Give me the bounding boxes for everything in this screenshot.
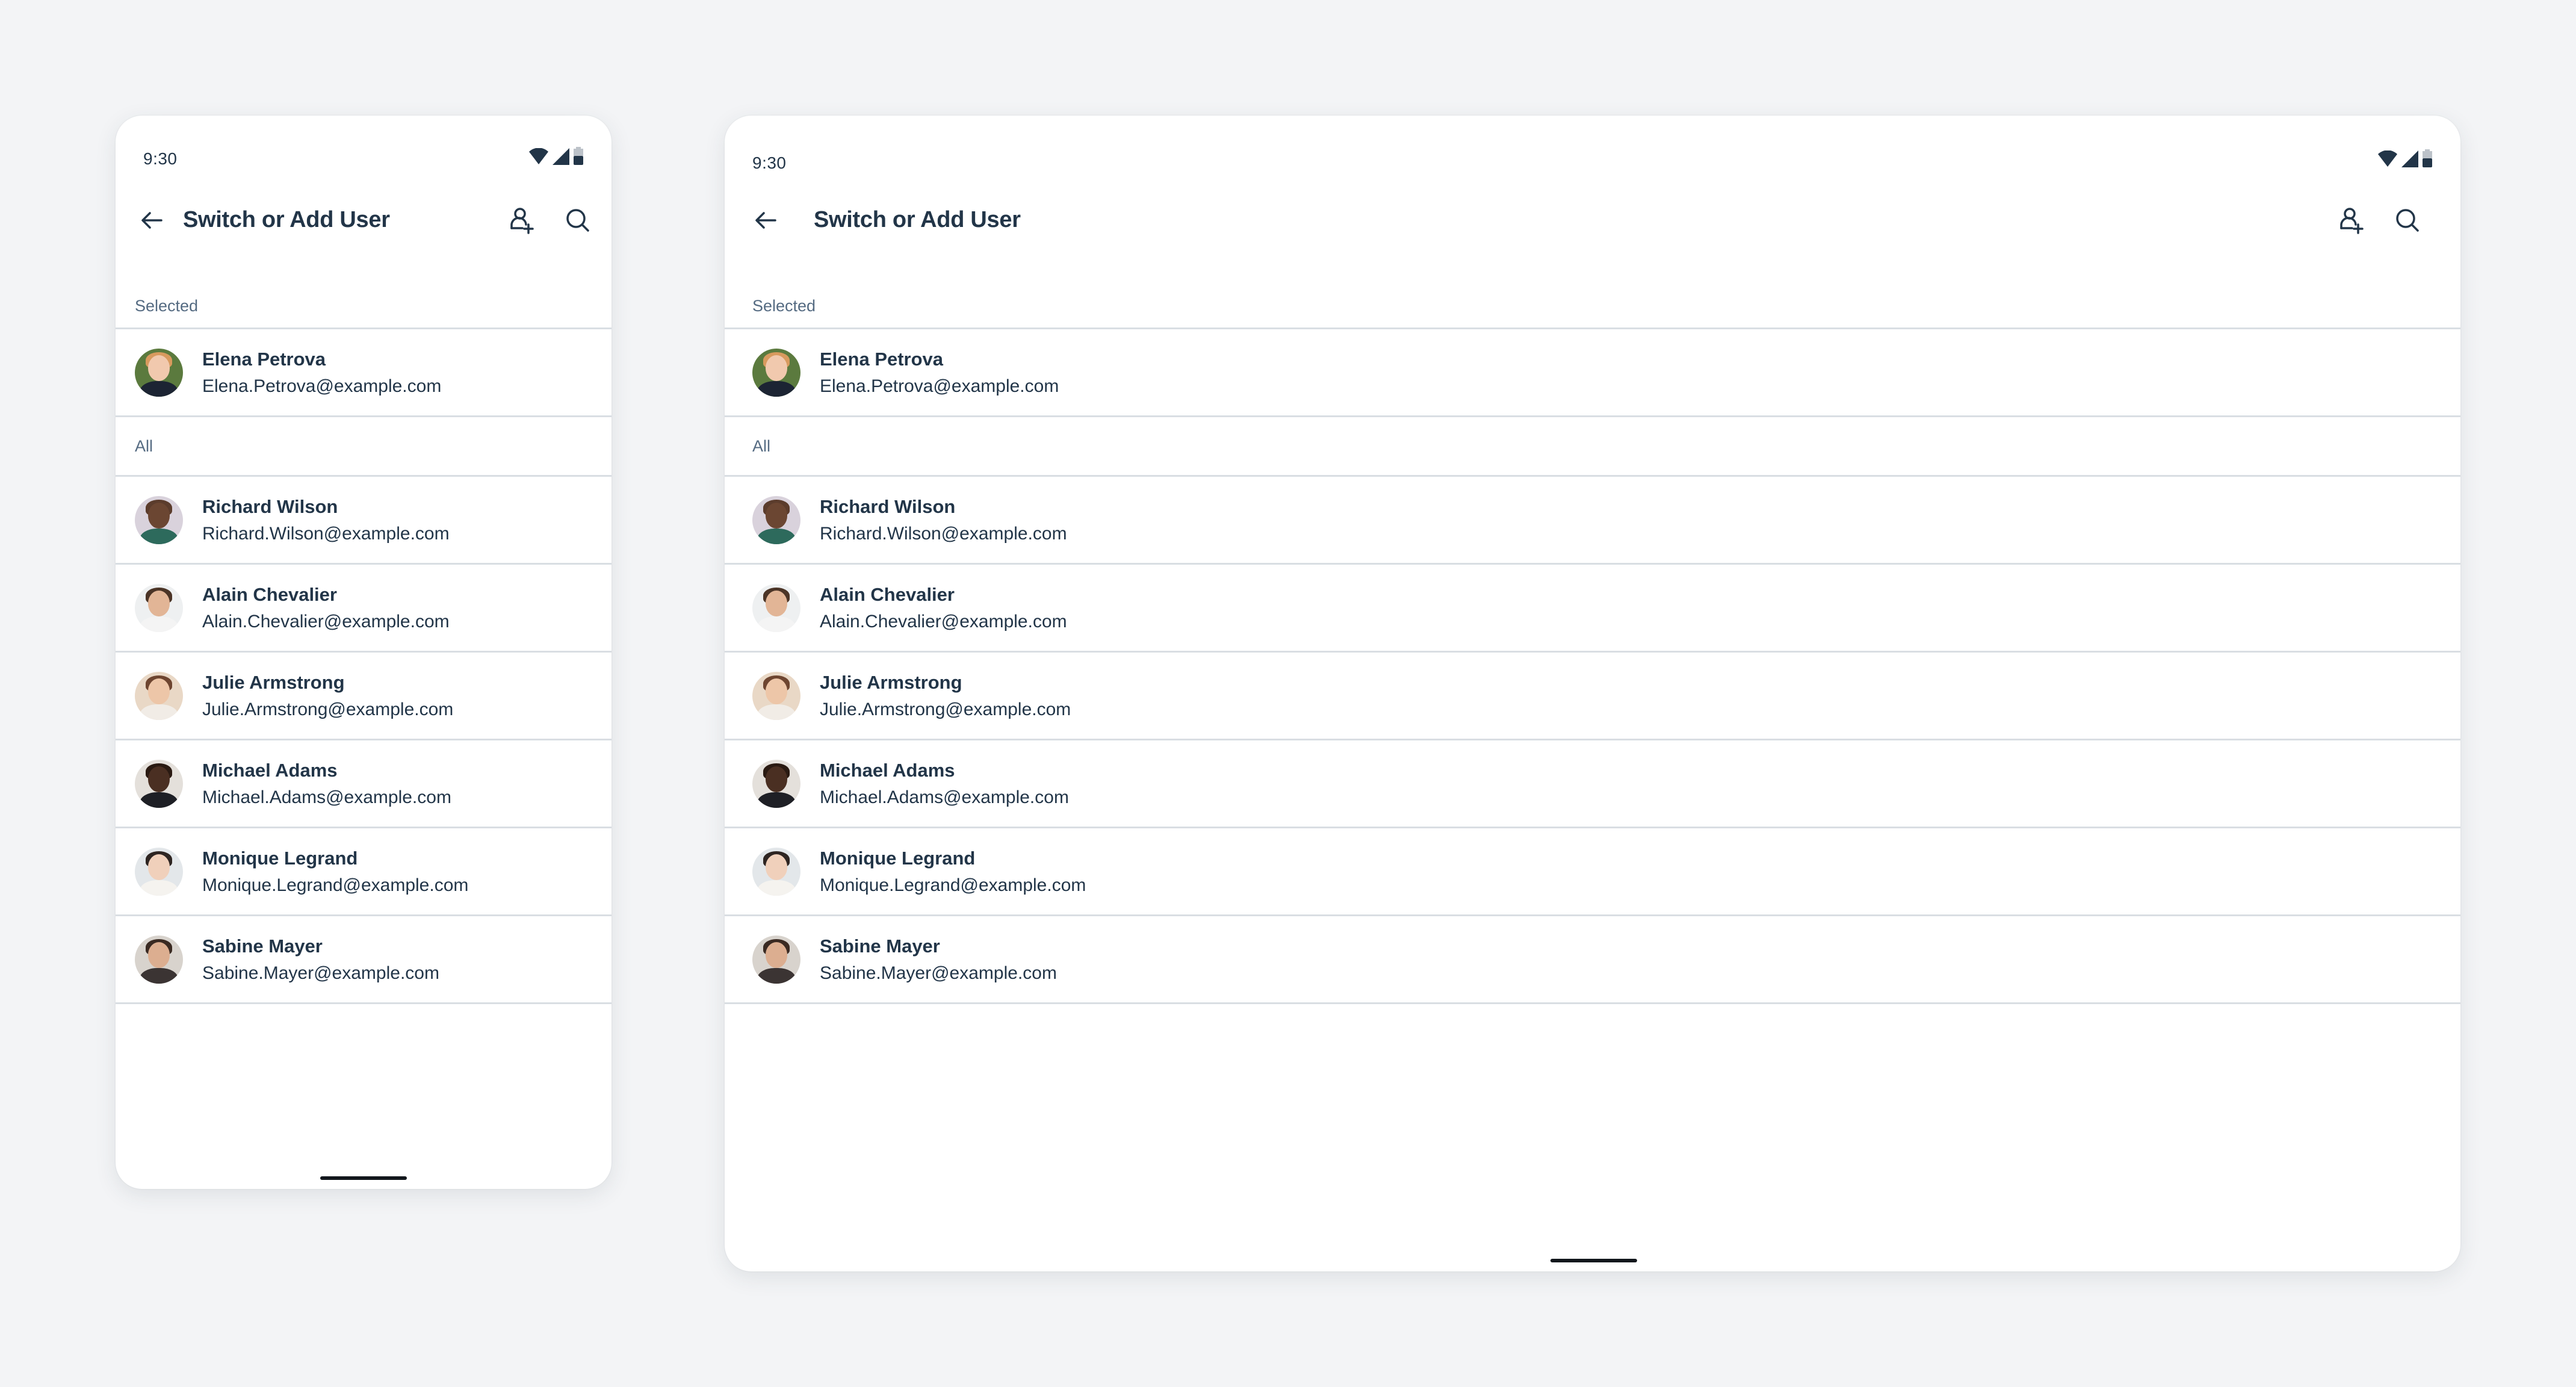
user-name: Monique Legrand bbox=[820, 847, 976, 869]
section-header-all: All bbox=[116, 417, 611, 477]
search-button[interactable] bbox=[560, 203, 596, 240]
add-user-button[interactable] bbox=[504, 203, 540, 240]
user-name: Elena Petrova bbox=[820, 348, 944, 370]
user-email: Alain.Chevalier@example.com bbox=[202, 611, 450, 631]
user-name: Julie Armstrong bbox=[202, 671, 345, 693]
search-button[interactable] bbox=[2389, 203, 2426, 240]
app-bar: Switch or Add User bbox=[116, 191, 611, 252]
all-users: Richard Wilson Richard.Wilson@example.co… bbox=[725, 477, 2460, 1004]
selected-user-row[interactable]: Elena Petrova Elena.Petrova@example.com bbox=[116, 327, 611, 417]
user-list-item[interactable]: Monique Legrand Monique.Legrand@example.… bbox=[116, 828, 611, 916]
user-email: Richard.Wilson@example.com bbox=[202, 523, 450, 544]
user-email: Sabine.Mayer@example.com bbox=[202, 963, 439, 983]
battery-icon bbox=[2422, 149, 2433, 167]
avatar bbox=[135, 348, 183, 397]
user-email: Monique.Legrand@example.com bbox=[202, 875, 469, 895]
user-name: Monique Legrand bbox=[202, 847, 358, 869]
user-email: Sabine.Mayer@example.com bbox=[820, 963, 1057, 983]
home-indicator[interactable] bbox=[1550, 1259, 1637, 1262]
user-name: Alain Chevalier bbox=[202, 583, 337, 605]
phone-screen: 9:30 Switch or Add User Selected Elena P… bbox=[116, 116, 611, 1189]
person-add-icon bbox=[509, 206, 536, 237]
user-name: Sabine Mayer bbox=[820, 935, 940, 957]
user-list: Selected Elena Petrova Elena.Petrova@exa… bbox=[116, 284, 611, 1004]
avatar bbox=[135, 935, 183, 984]
user-name: Michael Adams bbox=[820, 759, 955, 781]
user-list-item[interactable]: Alain Chevalier Alain.Chevalier@example.… bbox=[116, 565, 611, 653]
back-button[interactable] bbox=[134, 203, 170, 240]
back-button[interactable] bbox=[748, 203, 784, 240]
status-time: 9:30 bbox=[143, 149, 178, 168]
status-bar: 9:30 bbox=[725, 116, 2460, 188]
avatar bbox=[752, 495, 800, 544]
section-header-all: All bbox=[725, 417, 2460, 477]
avatar bbox=[752, 348, 800, 397]
tablet-screen: 9:30 Switch or Add User Selected Elena P… bbox=[725, 116, 2460, 1271]
avatar bbox=[135, 583, 183, 632]
user-list-item[interactable]: Julie Armstrong Julie.Armstrong@example.… bbox=[725, 653, 2460, 740]
user-list-item[interactable]: Sabine Mayer Sabine.Mayer@example.com bbox=[725, 916, 2460, 1004]
section-header-selected: Selected bbox=[135, 296, 199, 315]
selected-user-row[interactable]: Elena Petrova Elena.Petrova@example.com bbox=[725, 327, 2460, 417]
user-email: Monique.Legrand@example.com bbox=[820, 875, 1086, 895]
add-user-button[interactable] bbox=[2334, 203, 2370, 240]
app-bar: Switch or Add User bbox=[725, 191, 2460, 252]
user-email: Julie.Armstrong@example.com bbox=[820, 699, 1071, 719]
user-list-item[interactable]: Michael Adams Michael.Adams@example.com bbox=[725, 740, 2460, 828]
avatar bbox=[752, 847, 800, 896]
user-list: Selected Elena Petrova Elena.Petrova@exa… bbox=[725, 284, 2460, 1004]
arrow-left-icon bbox=[141, 211, 163, 232]
user-email: Michael.Adams@example.com bbox=[202, 787, 451, 807]
status-bar: 9:30 bbox=[116, 116, 611, 188]
avatar bbox=[752, 759, 800, 808]
wifi-icon bbox=[528, 148, 549, 165]
status-icons bbox=[2377, 149, 2433, 167]
user-name: Sabine Mayer bbox=[202, 935, 323, 957]
arrow-left-icon bbox=[755, 211, 776, 232]
user-email: Elena.Petrova@example.com bbox=[202, 376, 442, 396]
status-time: 9:30 bbox=[752, 154, 787, 172]
battery-icon bbox=[573, 147, 584, 165]
user-email: Alain.Chevalier@example.com bbox=[820, 611, 1067, 631]
search-icon bbox=[565, 208, 590, 236]
person-add-icon bbox=[2339, 206, 2365, 237]
all-users: Richard Wilson Richard.Wilson@example.co… bbox=[116, 477, 611, 1004]
section-header-selected: Selected bbox=[752, 296, 816, 315]
user-list-item[interactable]: Julie Armstrong Julie.Armstrong@example.… bbox=[116, 653, 611, 740]
avatar bbox=[135, 759, 183, 808]
wifi-icon bbox=[2377, 150, 2398, 167]
avatar bbox=[135, 847, 183, 896]
user-list-item[interactable]: Alain Chevalier Alain.Chevalier@example.… bbox=[725, 565, 2460, 653]
user-email: Elena.Petrova@example.com bbox=[820, 376, 1059, 396]
avatar bbox=[135, 671, 183, 720]
user-email: Julie.Armstrong@example.com bbox=[202, 699, 454, 719]
user-list-item[interactable]: Monique Legrand Monique.Legrand@example.… bbox=[725, 828, 2460, 916]
user-name: Michael Adams bbox=[202, 759, 338, 781]
search-icon bbox=[2395, 208, 2420, 236]
user-list-item[interactable]: Michael Adams Michael.Adams@example.com bbox=[116, 740, 611, 828]
user-name: Richard Wilson bbox=[202, 495, 338, 517]
user-list-item[interactable]: Richard Wilson Richard.Wilson@example.co… bbox=[725, 477, 2460, 565]
user-list-item[interactable]: Richard Wilson Richard.Wilson@example.co… bbox=[116, 477, 611, 565]
user-email: Michael.Adams@example.com bbox=[820, 787, 1069, 807]
user-name: Richard Wilson bbox=[820, 495, 956, 517]
user-name: Elena Petrova bbox=[202, 348, 326, 370]
page-title: Switch or Add User bbox=[183, 207, 390, 232]
user-list-item[interactable]: Sabine Mayer Sabine.Mayer@example.com bbox=[116, 916, 611, 1004]
user-name: Julie Armstrong bbox=[820, 671, 962, 693]
user-email: Richard.Wilson@example.com bbox=[820, 523, 1067, 544]
page-title: Switch or Add User bbox=[814, 207, 1021, 232]
cellular-signal-icon bbox=[2401, 150, 2418, 167]
avatar bbox=[752, 583, 800, 632]
home-indicator[interactable] bbox=[320, 1176, 407, 1180]
avatar bbox=[752, 671, 800, 720]
avatar bbox=[752, 935, 800, 984]
status-icons bbox=[528, 147, 584, 165]
avatar bbox=[135, 495, 183, 544]
user-name: Alain Chevalier bbox=[820, 583, 955, 605]
cellular-signal-icon bbox=[553, 148, 569, 165]
